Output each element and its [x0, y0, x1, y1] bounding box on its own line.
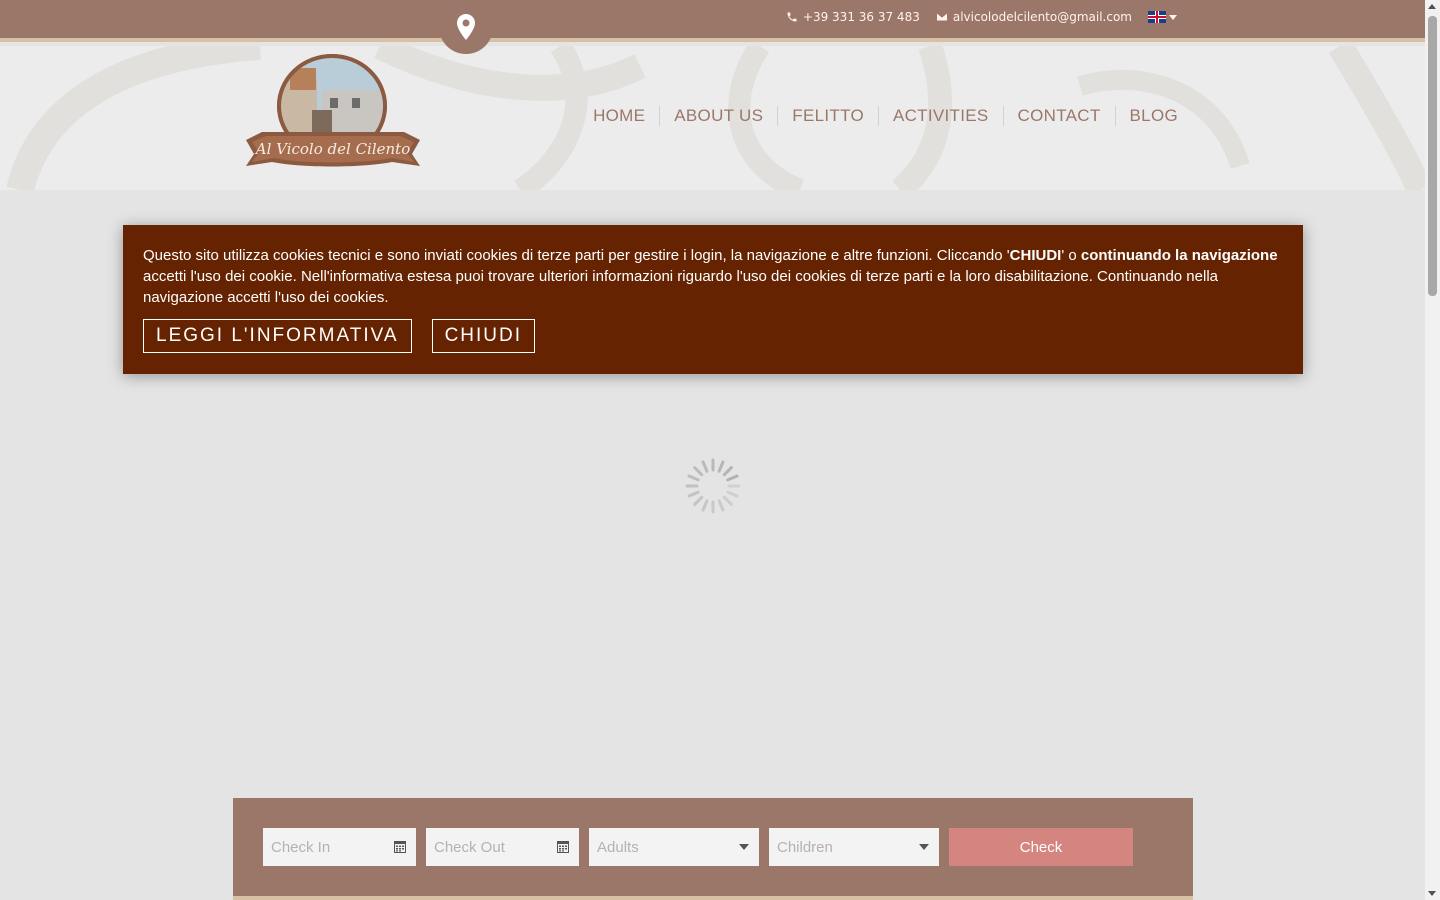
spinner-tick [701, 460, 709, 473]
calendar-icon [557, 841, 569, 853]
booking-bar: Adults Children Check [233, 798, 1193, 900]
location-button[interactable] [439, 0, 493, 54]
spinner-tick [693, 495, 704, 506]
spinner-tick [726, 474, 739, 482]
check-in-field[interactable] [263, 828, 416, 866]
top-bar: +39 331 36 37 483 alvicolodelcilento@gma… [0, 0, 1425, 42]
spinner-tick [687, 490, 700, 498]
site-logo[interactable]: Al Vicolo del Cilento [242, 50, 424, 176]
main-nav: HOME ABOUT US FELITTO ACTIVITIES CONTACT… [579, 106, 1178, 126]
nav-item-home[interactable]: HOME [579, 106, 659, 126]
scroll-down-arrow-icon[interactable] [1428, 891, 1436, 896]
spinner-tick [717, 499, 725, 512]
chevron-down-icon [1169, 14, 1177, 20]
chevron-down-icon [739, 844, 749, 850]
cookie-actions: LEGGI L'INFORMATIVA CHIUDI [143, 319, 1283, 353]
phone-number: +39 331 36 37 483 [802, 10, 920, 24]
email-address: alvicolodelcilento@gmail.com [952, 10, 1132, 24]
adults-select[interactable]: Adults [589, 828, 759, 866]
nav-item-felitto[interactable]: FELITTO [777, 106, 878, 126]
cookie-message: Questo sito utilizza cookies tecnici e s… [143, 247, 1278, 306]
spinner-tick [693, 466, 704, 477]
spinner-tick [722, 495, 733, 506]
read-policy-button[interactable]: LEGGI L'INFORMATIVA [143, 319, 412, 353]
loading-spinner-icon [685, 458, 741, 514]
children-placeholder: Children [777, 838, 833, 856]
nav-item-contact[interactable]: CONTACT [1002, 106, 1115, 126]
spinner-tick [722, 466, 733, 477]
language-selector[interactable] [1148, 11, 1177, 23]
phone-icon [787, 12, 797, 22]
cookie-banner: Questo sito utilizza cookies tecnici e s… [123, 225, 1303, 374]
close-cookie-button[interactable]: CHIUDI [431, 319, 536, 353]
top-contacts: +39 331 36 37 483 alvicolodelcilento@gma… [786, 10, 1177, 24]
nav-item-about-us[interactable]: ABOUT US [659, 106, 777, 126]
spinner-tick [701, 499, 709, 512]
map-pin-icon [457, 14, 475, 40]
check-availability-button[interactable]: Check [949, 828, 1133, 866]
check-out-field[interactable] [426, 828, 579, 866]
site-header: Al Vicolo del Cilento HOME ABOUT US FELI… [0, 46, 1425, 190]
children-select[interactable]: Children [769, 828, 939, 866]
nav-item-blog[interactable]: BLOG [1114, 106, 1178, 126]
chevron-down-icon [919, 844, 929, 850]
uk-flag-icon [1148, 11, 1166, 23]
scrollbar[interactable] [1425, 0, 1440, 900]
adults-placeholder: Adults [597, 838, 639, 856]
envelope-icon [936, 13, 947, 21]
spinner-tick [687, 474, 700, 482]
nav-item-activities[interactable]: ACTIVITIES [877, 106, 1003, 126]
scroll-up-arrow-icon[interactable] [1428, 4, 1436, 9]
logo-text: Al Vicolo del Cilento [254, 140, 411, 158]
email-link[interactable]: alvicolodelcilento@gmail.com [936, 10, 1132, 24]
phone-link[interactable]: +39 331 36 37 483 [786, 10, 920, 24]
spinner-tick [717, 460, 725, 473]
spinner-tick [726, 490, 739, 498]
calendar-icon [394, 841, 406, 853]
scrollbar-thumb[interactable] [1428, 16, 1437, 296]
